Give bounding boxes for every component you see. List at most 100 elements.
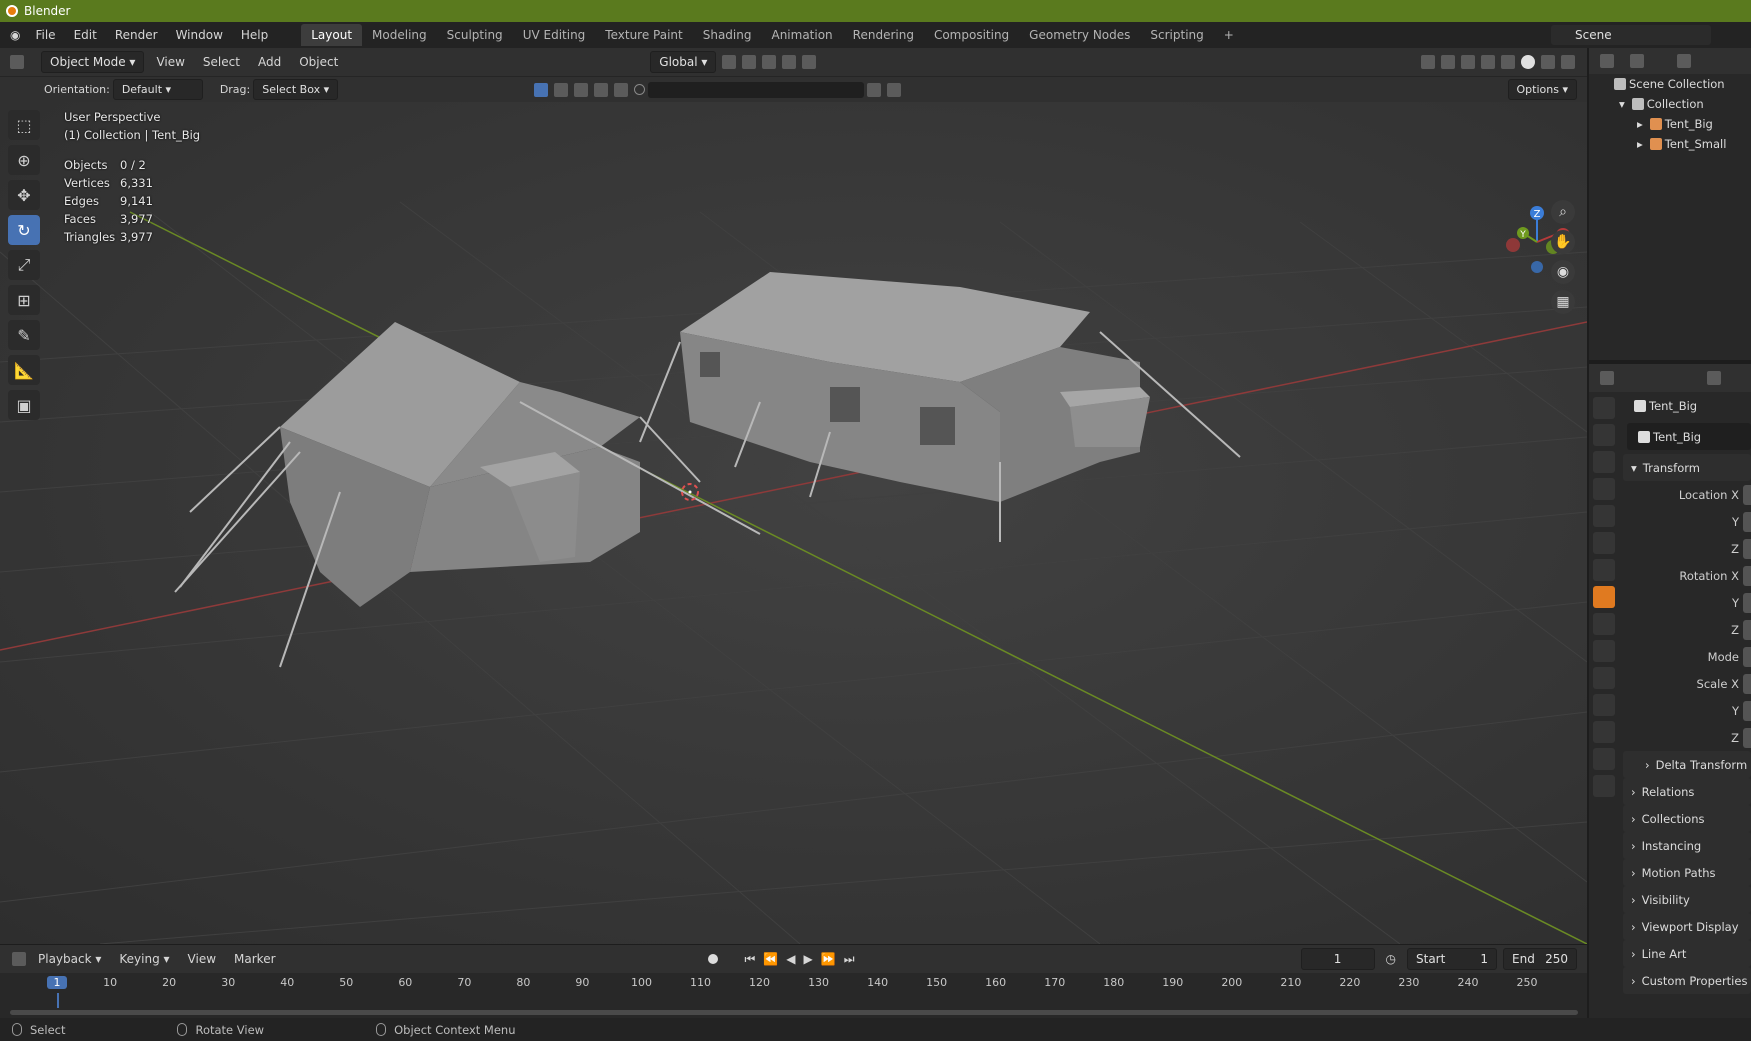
bookmark-icon[interactable] [867, 82, 882, 97]
rotation-mode-row[interactable]: Mode [1623, 643, 1751, 670]
line-art-panel-header[interactable]: › Line Art [1623, 940, 1751, 967]
record-icon[interactable] [707, 954, 718, 964]
tab-texture-paint[interactable]: Texture Paint [595, 24, 692, 46]
motion-paths-panel-header[interactable]: › Motion Paths [1623, 859, 1751, 886]
tab-modeling[interactable]: Modeling [362, 24, 437, 46]
mode-selector[interactable]: Object Mode ▾ [41, 51, 145, 73]
rotation-y-row[interactable]: Y [1623, 589, 1751, 616]
tab-sculpting[interactable]: Sculpting [437, 24, 513, 46]
field-input[interactable] [1743, 619, 1751, 640]
world-tab-icon[interactable] [1593, 532, 1615, 554]
filter-icon[interactable] [887, 82, 902, 97]
annotate-tool-icon[interactable]: ✎ [8, 320, 40, 350]
measure-tool-icon[interactable]: 📐 [8, 355, 40, 385]
search-input[interactable] [648, 81, 865, 98]
particles-tab-icon[interactable] [1593, 640, 1615, 662]
tab-layout[interactable]: Layout [301, 24, 363, 46]
properties-editor-icon[interactable] [1600, 371, 1614, 385]
wireframe-shading-icon[interactable] [1501, 55, 1515, 69]
xray-icon[interactable] [1481, 55, 1495, 69]
field-input[interactable] [1743, 538, 1751, 559]
tab-rendering[interactable]: Rendering [843, 24, 924, 46]
transform-panel-header[interactable]: ▾ Transform [1623, 454, 1751, 481]
collection-tab-icon[interactable] [1593, 559, 1615, 581]
transform-orientation-selector[interactable]: Global ▾ [650, 51, 717, 73]
current-frame-field[interactable]: 1 [1300, 948, 1375, 970]
menu-view[interactable]: View [179, 952, 225, 966]
jump-end-icon[interactable]: ⏭ [844, 952, 855, 967]
material-tab-icon[interactable] [1593, 748, 1615, 770]
outliner-search-icon[interactable] [1677, 54, 1691, 68]
menu-object[interactable]: Object [290, 55, 347, 69]
orientation-selector[interactable]: Default ▾ [112, 79, 203, 100]
rendered-shading-icon[interactable] [1561, 55, 1575, 69]
rotation-z-row[interactable]: Z [1623, 616, 1751, 643]
outliner-collection[interactable]: ▾ Collection [1589, 94, 1751, 114]
menu-add[interactable]: Add [249, 55, 290, 69]
editor-type-icon[interactable] [10, 55, 24, 69]
field-input[interactable] [1743, 484, 1751, 505]
chevron-right-icon[interactable]: ▸ [1637, 137, 1643, 151]
rotation-x-row[interactable]: Rotation X [1623, 562, 1751, 589]
view-layer-tab-icon[interactable] [1593, 478, 1615, 500]
add-workspace-button[interactable]: + [1214, 24, 1244, 46]
scale-tool-icon[interactable]: ⤢ [8, 250, 40, 280]
cursor-tool-icon[interactable]: ⊕ [8, 145, 40, 175]
3d-viewport[interactable]: ⬚ ⊕ ✥ ↻ ⤢ ⊞ ✎ 📐 ▣ User Perspective (1) C… [0, 102, 1587, 944]
camera-icon[interactable]: ◉ [1551, 260, 1575, 284]
constraints-tab-icon[interactable] [1593, 694, 1615, 716]
menu-select[interactable]: Select [194, 55, 249, 69]
playhead-line[interactable] [57, 993, 59, 1008]
visibility-icon[interactable] [1421, 55, 1435, 69]
prev-keyframe-icon[interactable]: ⏪ [763, 952, 778, 966]
texture-tab-icon[interactable] [1593, 775, 1615, 797]
output-tab-icon[interactable] [1593, 451, 1615, 473]
physics-tab-icon[interactable] [1593, 667, 1615, 689]
menu-file[interactable]: File [26, 28, 64, 42]
timeline-area[interactable]: 1 10 20 30 40 50 60 70 80 90 100 110 120 130 140 150 160… [0, 973, 1587, 1018]
transform-tool-icon[interactable]: ⊞ [8, 285, 40, 315]
jump-start-icon[interactable]: ⏮ [745, 952, 756, 967]
play-reverse-icon[interactable]: ◀ [786, 952, 795, 966]
object-name-row[interactable]: Tent_Big [1623, 392, 1751, 419]
proportional-edit-icon[interactable] [782, 55, 797, 69]
viewport-display-panel-header[interactable]: › Viewport Display [1623, 913, 1751, 940]
move-tool-icon[interactable]: ✥ [8, 180, 40, 210]
object-data-field[interactable]: Tent_Big [1627, 423, 1751, 450]
tab-uv-editing[interactable]: UV Editing [513, 24, 596, 46]
scene-tab-icon[interactable] [1593, 505, 1615, 527]
outliner-item-tent-big[interactable]: ▸ Tent_Big [1589, 114, 1751, 134]
snap-icon[interactable] [742, 55, 757, 69]
tab-geometry-nodes[interactable]: Geometry Nodes [1019, 24, 1140, 46]
modifier-tab-icon[interactable] [1593, 613, 1615, 635]
scale-z-row[interactable]: Z [1623, 724, 1751, 751]
tool-tab-icon[interactable] [1593, 397, 1615, 419]
next-keyframe-icon[interactable]: ⏩ [821, 952, 836, 966]
instancing-panel-header[interactable]: › Instancing [1623, 832, 1751, 859]
outliner-display-icon[interactable] [1630, 54, 1644, 68]
scene-selector[interactable]: Scene [1551, 25, 1711, 45]
rotate-tool-icon[interactable]: ↻ [8, 215, 40, 245]
field-input[interactable] [1743, 565, 1751, 586]
field-input[interactable] [1743, 511, 1751, 532]
render-tab-icon[interactable] [1593, 424, 1615, 446]
start-frame-field[interactable]: Start 1 [1407, 948, 1497, 970]
chevron-right-icon[interactable]: ▸ [1637, 117, 1643, 131]
tab-scripting[interactable]: Scripting [1140, 24, 1213, 46]
select-subtract-icon[interactable] [574, 82, 589, 97]
tab-shading[interactable]: Shading [693, 24, 762, 46]
properties-search-icon[interactable] [1707, 371, 1721, 385]
material-shading-icon[interactable] [1541, 55, 1555, 69]
menu-window[interactable]: Window [167, 28, 232, 42]
gizmo-toggle-icon[interactable] [1441, 55, 1455, 69]
menu-help[interactable]: Help [232, 28, 277, 42]
select-extend-icon[interactable] [554, 82, 569, 97]
location-z-row[interactable]: Z [1623, 535, 1751, 562]
custom-properties-panel-header[interactable]: › Custom Properties [1623, 967, 1751, 994]
drag-selector[interactable]: Select Box ▾ [253, 79, 339, 100]
snap-target-icon[interactable] [762, 55, 777, 69]
chevron-down-icon[interactable]: ▾ [1619, 97, 1625, 111]
field-input[interactable] [1743, 700, 1751, 721]
menu-render[interactable]: Render [106, 28, 167, 42]
relations-panel-header[interactable]: › Relations [1623, 778, 1751, 805]
